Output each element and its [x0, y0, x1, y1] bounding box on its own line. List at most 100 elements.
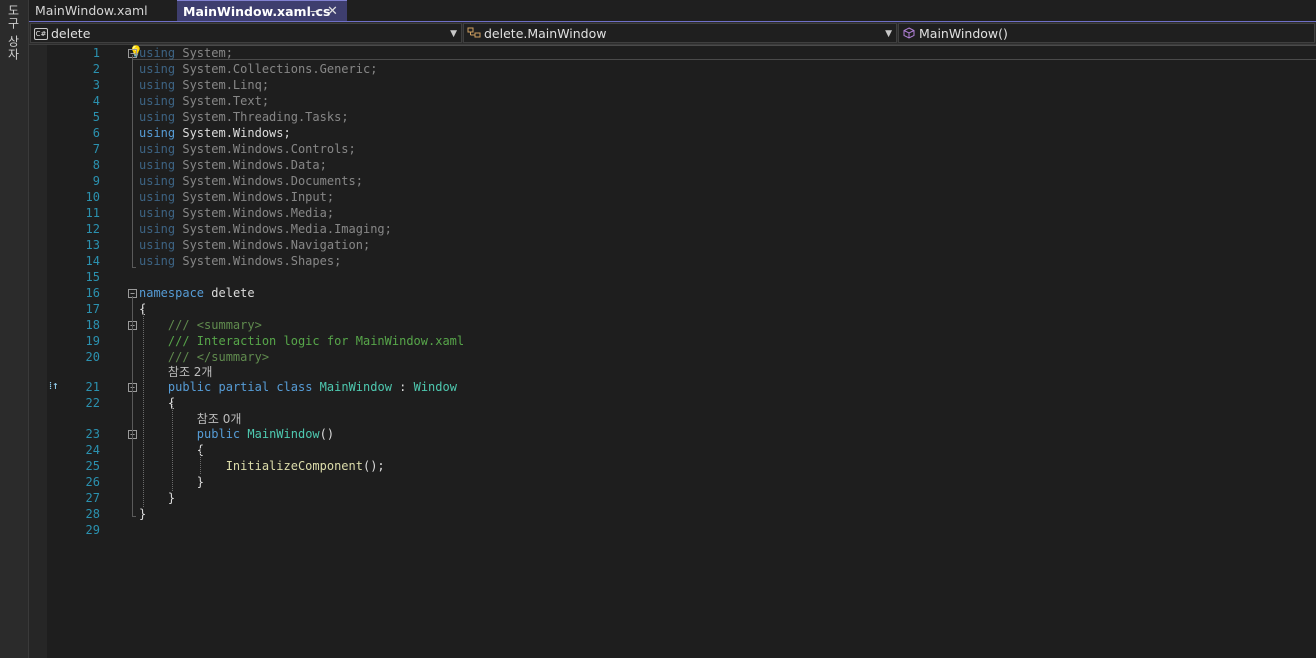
using-namespace: System.Windows.Navigation: [182, 238, 363, 252]
class-name: MainWindow: [319, 380, 392, 394]
code-line: }: [139, 491, 176, 505]
line-number: 15: [85, 270, 100, 284]
class-dropdown[interactable]: delete.MainWindow ▼: [463, 23, 897, 43]
keyword-using: using: [139, 238, 176, 252]
code-line: using System.Windows.Documents;: [139, 174, 363, 188]
project-dropdown-value: delete: [51, 26, 91, 41]
using-namespace: System.Windows.Input: [182, 190, 327, 204]
class-dropdown-value: delete.MainWindow: [484, 26, 607, 41]
using-namespace: System: [182, 46, 226, 60]
code-line: − namespace delete: [29, 285, 1316, 301]
code-line: {: [139, 396, 176, 410]
keyword-public: public: [167, 380, 212, 394]
class-icon: [467, 27, 481, 39]
keyword-using: using: [139, 110, 176, 124]
method-cube-icon: [902, 27, 916, 39]
outline-guide: [132, 516, 136, 517]
using-namespace: System.Windows.Controls: [182, 142, 349, 156]
using-namespace: System.Threading.Tasks: [182, 110, 342, 124]
constructor-name: MainWindow: [247, 427, 320, 441]
indent-guide: [200, 448, 201, 474]
pin-icon[interactable]: ⊸: [310, 1, 319, 22]
keyword-using: using: [139, 222, 176, 236]
using-namespace: System.Linq: [182, 78, 262, 92]
outline-guide: [132, 55, 133, 267]
keyword-using: using: [139, 94, 176, 108]
code-line: − public MainWindow(): [29, 426, 1316, 442]
indent-guide: [172, 401, 173, 491]
code-line: − /// <summary>: [29, 317, 1316, 333]
using-namespace: System.Windows.Shapes: [182, 254, 335, 268]
base-type: Window: [413, 380, 457, 394]
code-line: {: [139, 443, 205, 457]
code-line: InitializeComponent();: [225, 459, 385, 473]
keyword-using: using: [139, 206, 176, 220]
tab-mainwindow-xaml-cs[interactable]: MainWindow.xaml.cs ⊸ ✕: [177, 0, 347, 21]
keyword-using: using: [139, 142, 176, 156]
keyword-namespace: namespace: [139, 286, 205, 300]
toolbox-label[interactable]: 도구 상자: [5, 4, 22, 61]
code-line: using System.Windows.Input;: [139, 190, 335, 204]
using-namespace: System.Windows.Media.Imaging: [182, 222, 385, 236]
code-line: using System.Threading.Tasks;: [139, 110, 349, 124]
csharp-project-icon: C#: [34, 28, 48, 40]
navigation-bar: C# delete ▼ delete.MainWindow ▼ MainWind…: [29, 22, 1316, 45]
method-call: InitializeComponent: [225, 459, 363, 473]
keyword-using: using: [139, 190, 176, 204]
member-dropdown[interactable]: MainWindow(): [898, 23, 1315, 43]
code-line: using System.Linq;: [139, 78, 270, 92]
code-line: using System.Windows.Data;: [139, 158, 327, 172]
code-line: using System.Windows.Media;: [139, 206, 335, 220]
project-dropdown[interactable]: C# delete ▼: [30, 23, 462, 43]
indent-guide: [143, 307, 144, 507]
using-namespace: System.Windows.Documents: [182, 174, 356, 188]
document-tab-bar: MainWindow.xaml MainWindow.xaml.cs ⊸ ✕: [29, 0, 1316, 23]
code-line: /// Interaction logic for MainWindow.xam…: [29, 333, 1316, 349]
tab-label: MainWindow.xaml.cs: [183, 4, 331, 19]
using-namespace: System.Text: [182, 94, 262, 108]
codelens-references[interactable]: 참조 0개: [197, 412, 242, 426]
keyword-using: using: [139, 126, 176, 140]
code-line: using System.Windows.Navigation;: [139, 238, 371, 252]
code-line: using System.Text;: [139, 94, 270, 108]
namespace-name: delete: [211, 286, 255, 300]
code-line: }: [139, 475, 205, 489]
code-line: /// </summary>: [29, 349, 1316, 365]
line-number: 29: [85, 523, 100, 537]
keyword-class: class: [276, 380, 313, 394]
member-dropdown-value: MainWindow(): [919, 26, 1008, 41]
keyword-public: public: [196, 427, 241, 441]
keyword-using: using: [139, 158, 176, 172]
toolbox-strip[interactable]: 도구 상자: [0, 0, 29, 658]
doc-comment: /// Interaction logic for MainWindow.xam…: [167, 334, 465, 348]
code-line: − public partial class MainWindow : Wind…: [29, 379, 1316, 395]
editor-area: MainWindow.xaml MainWindow.xaml.cs ⊸ ✕ C…: [29, 0, 1316, 658]
using-namespace: System.Windows: [182, 126, 284, 140]
codelens-row: 참조 2개: [29, 364, 1316, 380]
using-namespace: System.Collections.Generic: [182, 62, 371, 76]
code-line: {: [139, 302, 147, 316]
doc-comment: /// <summary>: [167, 318, 262, 332]
using-namespace: System.Windows.Media: [182, 206, 327, 220]
keyword-using: using: [139, 254, 176, 268]
doc-comment: /// </summary>: [167, 350, 270, 364]
chevron-down-icon: ▼: [450, 29, 457, 39]
keyword-using: using: [139, 174, 176, 188]
tab-mainwindow-xaml[interactable]: MainWindow.xaml: [29, 0, 177, 21]
code-line: using System.Windows.Controls;: [139, 142, 356, 156]
close-icon[interactable]: ✕: [327, 1, 338, 22]
using-namespace: System.Windows.Data: [182, 158, 320, 172]
code-line: − using System;: [29, 45, 1316, 61]
outline-guide: [132, 328, 133, 361]
keyword-partial: partial: [218, 380, 270, 394]
outline-guide: [132, 267, 136, 268]
code-editor[interactable]: 💡 ⁞↑ 1 2 3 4 5 6 7 8 9 10 11 12 13 14 15 16 17 18 19 20 21 22…: [29, 45, 1316, 658]
code-line: using System.Windows;: [139, 126, 291, 140]
code-line: }: [139, 507, 147, 521]
chevron-down-icon: ▼: [885, 29, 892, 39]
tab-label: MainWindow.xaml: [35, 3, 148, 18]
keyword-using: using: [139, 46, 176, 60]
keyword-using: using: [139, 78, 176, 92]
codelens-references[interactable]: 참조 2개: [168, 365, 213, 379]
keyword-using: using: [139, 62, 176, 76]
